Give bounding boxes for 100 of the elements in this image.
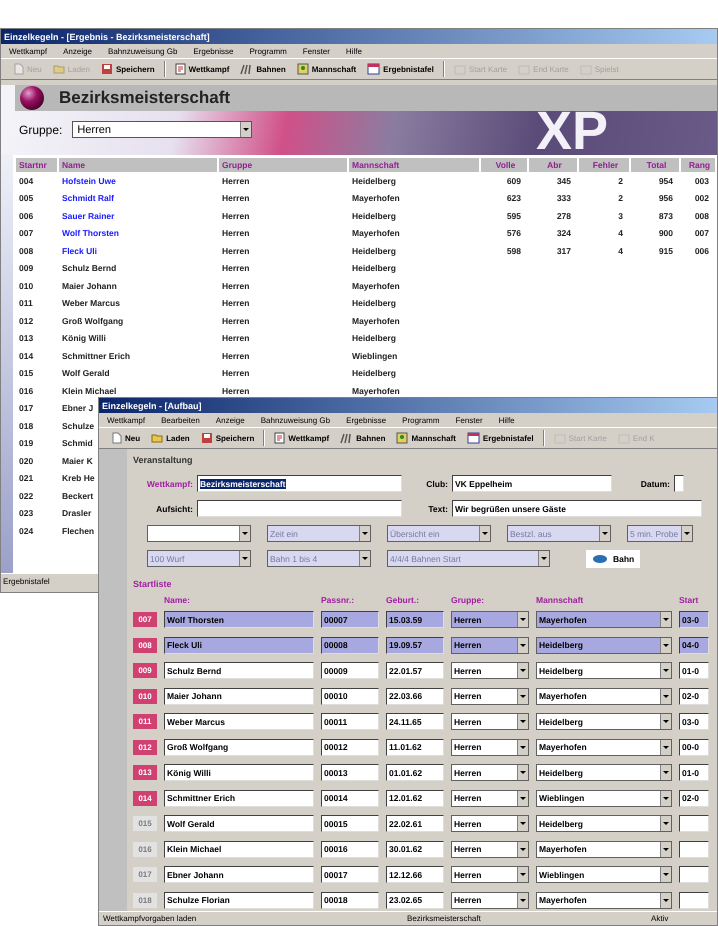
dropdown[interactable]: Mayerhofen [536, 688, 672, 705]
input-field[interactable]: VK Eppelheim [452, 475, 612, 492]
input-field[interactable]: 01.01.62 [386, 764, 444, 782]
input-field[interactable]: Wir begrüßen unsere Gäste [452, 500, 702, 517]
dropdown[interactable]: Herren [451, 815, 529, 832]
input-field[interactable]: 00016 [321, 840, 379, 858]
dropdown[interactable]: Herren [451, 713, 529, 730]
dropdown[interactable]: Mayerhofen [536, 892, 672, 909]
dropdown[interactable] [147, 525, 251, 542]
toolbar-button[interactable]: Ergebnistafel [462, 431, 539, 445]
menu-item[interactable]: Fenster [294, 46, 338, 56]
input-field[interactable] [674, 475, 684, 492]
dropdown[interactable]: Herren [451, 764, 529, 782]
input-field[interactable]: 00013 [321, 764, 379, 782]
dropdown[interactable]: Mayerhofen [536, 840, 672, 858]
menu-item[interactable]: Anzeige [55, 46, 100, 56]
input-field[interactable]: 00012 [321, 738, 379, 756]
menu-item[interactable]: Ergebnisse [338, 416, 394, 424]
dropdown[interactable]: Herren [451, 636, 529, 654]
input-field[interactable]: 22.03.66 [386, 688, 444, 705]
column-header[interactable]: Volle [481, 158, 527, 172]
input-field[interactable] [679, 892, 709, 909]
column-header[interactable]: Gruppe [219, 158, 347, 172]
input-field[interactable]: 03-0 [679, 611, 709, 628]
input-field[interactable] [197, 500, 402, 517]
input-field[interactable]: 22.02.61 [386, 815, 444, 832]
input-field[interactable]: Klein Michael [164, 840, 314, 858]
menu-item[interactable]: Wettkampf [99, 416, 154, 424]
input-field[interactable]: 04-0 [679, 636, 709, 654]
toolbar-button[interactable]: Bahnen [235, 62, 291, 76]
input-field[interactable]: Fleck Uli [164, 636, 314, 654]
menu-item[interactable]: Fenster [447, 416, 491, 424]
input-field[interactable]: 12.12.66 [386, 866, 444, 884]
input-field[interactable]: 00-0 [679, 738, 709, 756]
input-field[interactable] [679, 815, 709, 832]
input-field[interactable]: Schulze Florian [164, 892, 314, 909]
dropdown[interactable]: Herren [451, 688, 529, 705]
input-field[interactable]: 11.01.62 [386, 738, 444, 756]
input-field[interactable]: 03-0 [679, 713, 709, 730]
input-field[interactable]: 01-0 [679, 764, 709, 782]
column-header[interactable]: Rang [681, 158, 715, 172]
menu-item[interactable]: Bahnzuweisung Gb [100, 46, 186, 56]
input-field[interactable]: 23.02.65 [386, 892, 444, 909]
input-field[interactable]: Maier Johann [164, 688, 314, 705]
toolbar-button[interactable]: Speichern [196, 431, 260, 445]
dropdown[interactable]: Herren [451, 790, 529, 807]
column-header[interactable]: Name [59, 158, 217, 172]
input-field[interactable]: Schulz Bernd [164, 662, 314, 680]
column-header[interactable]: Startnr [16, 158, 57, 172]
input-field[interactable]: Bezirksmeisterschaft [197, 475, 402, 492]
column-header[interactable]: Total [631, 158, 679, 172]
menu-item[interactable]: Programm [241, 46, 295, 56]
toolbar-button[interactable]: Speichern [96, 62, 160, 76]
input-field[interactable]: 19.09.57 [386, 636, 444, 654]
input-field[interactable]: 01-0 [679, 662, 709, 680]
column-header[interactable]: Mannschaft [349, 158, 479, 172]
input-field[interactable]: 00010 [321, 688, 379, 705]
input-field[interactable]: Groß Wolfgang [164, 738, 314, 756]
dropdown[interactable]: Herren [451, 738, 529, 756]
input-field[interactable]: 00014 [321, 790, 379, 807]
dropdown[interactable]: Herren [451, 866, 529, 884]
dropdown[interactable]: Heidelberg [536, 662, 672, 680]
dropdown[interactable]: Herren [451, 611, 529, 628]
input-field[interactable]: Wolf Gerald [164, 815, 314, 832]
input-field[interactable]: 02-0 [679, 790, 709, 807]
input-field[interactable] [679, 866, 709, 884]
input-field[interactable]: König Willi [164, 764, 314, 782]
toolbar-button[interactable]: Mannschaft [292, 62, 362, 76]
input-field[interactable] [679, 840, 709, 858]
input-field[interactable]: 00018 [321, 892, 379, 909]
dropdown[interactable]: Wieblingen [536, 866, 672, 884]
dropdown[interactable]: Heidelberg [536, 764, 672, 782]
dropdown[interactable]: Heidelberg [536, 636, 672, 654]
menu-item[interactable]: Hilfe [490, 416, 523, 424]
group-dropdown[interactable]: Herren [72, 121, 252, 138]
dropdown[interactable]: Herren [451, 840, 529, 858]
dropdown[interactable]: Heidelberg [536, 713, 672, 730]
menu-item[interactable]: Wettkampf [1, 46, 56, 56]
input-field[interactable]: 12.01.62 [386, 790, 444, 807]
menu-item[interactable]: Ergebnisse [185, 46, 242, 56]
input-field[interactable]: 00017 [321, 866, 379, 884]
dropdown[interactable]: Mayerhofen [536, 738, 672, 756]
dropdown[interactable]: Herren [451, 892, 529, 909]
input-field[interactable]: 24.11.65 [386, 713, 444, 730]
lanes-button[interactable]: Bahn [586, 550, 640, 568]
menu-item[interactable]: Hilfe [338, 46, 370, 56]
input-field[interactable]: 00008 [321, 636, 379, 654]
menu-item[interactable]: Anzeige [208, 416, 253, 424]
toolbar-button[interactable]: Mannschaft [391, 431, 461, 445]
toolbar-button[interactable]: Wettkampf [170, 62, 234, 76]
toolbar-button[interactable]: Wettkampf [269, 431, 334, 445]
input-field[interactable]: Wolf Thorsten [164, 611, 314, 628]
input-field[interactable]: 15.03.59 [386, 611, 444, 628]
input-field[interactable]: 30.01.62 [386, 840, 444, 858]
input-field[interactable]: Weber Marcus [164, 713, 314, 730]
input-field[interactable]: 22.01.57 [386, 662, 444, 680]
input-field[interactable]: Schmittner Erich [164, 790, 314, 807]
input-field[interactable]: 00007 [321, 611, 379, 628]
column-header[interactable]: Fehler [579, 158, 629, 172]
toolbar-button[interactable]: Neu [107, 431, 146, 445]
